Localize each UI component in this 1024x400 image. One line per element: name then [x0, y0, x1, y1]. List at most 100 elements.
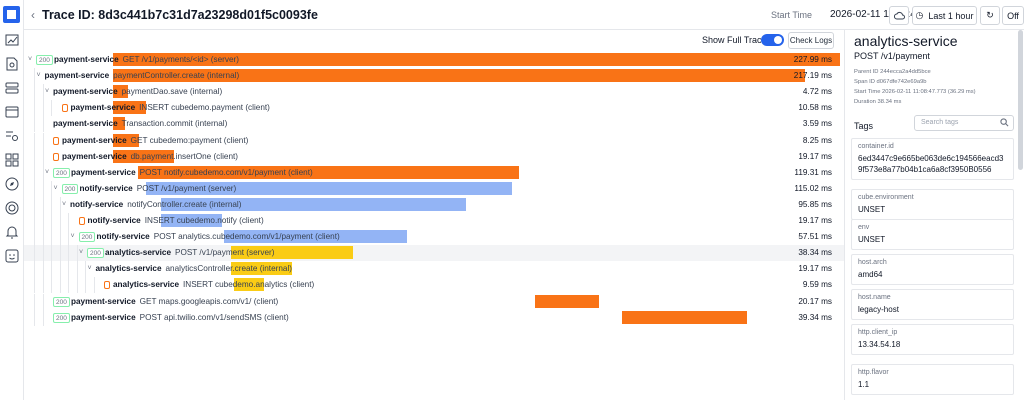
- operation-name: POST notify.cubedemo.com/v1/payment (cli…: [139, 167, 313, 177]
- tag-key: cube.environment: [858, 194, 914, 201]
- span-row[interactable]: ˅ payment-service paymentDao.save (interna…: [24, 84, 844, 101]
- tree-guide-line: [42, 196, 44, 213]
- span-row[interactable]: ˅ 200 payment-service GET /v1/payments/<id>…: [24, 52, 844, 68]
- service-name: payment-service: [71, 167, 136, 177]
- span-label: payment-service Transaction.commit (inter…: [53, 116, 227, 132]
- service-name: notify-service: [70, 199, 124, 209]
- expand-chevron-icon[interactable]: ˅: [86, 261, 94, 277]
- service-name: payment-service: [71, 296, 136, 306]
- tree-guide-line: [42, 148, 44, 165]
- operation-name: INSERT cubedemo.analytics (client): [183, 280, 315, 290]
- span-row[interactable]: ˅ payment-service paymentController.create…: [24, 68, 844, 85]
- span-duration: 20.17 ms: [798, 296, 832, 306]
- tree-guide-line: [93, 277, 95, 294]
- expand-chevron-icon[interactable]: ˅: [26, 52, 34, 68]
- span-row[interactable]: payment-service Transaction.commit (inter…: [24, 116, 844, 133]
- span-row[interactable]: payment-service INSERT cubedemo.payment (…: [24, 100, 844, 117]
- tag-value: UNSET: [858, 205, 886, 214]
- tree-guide-line: [42, 261, 44, 278]
- status-badge: 200: [78, 232, 96, 243]
- grid-icon[interactable]: [4, 152, 20, 168]
- service-name: payment-service: [53, 119, 118, 129]
- list-search-icon[interactable]: [4, 128, 20, 144]
- tree-guide-line: [51, 261, 52, 278]
- span-row[interactable]: ˅ analytics-service analyticsController.cr…: [24, 261, 844, 278]
- back-icon[interactable]: ‹: [26, 8, 40, 22]
- compass-icon[interactable]: [4, 176, 20, 192]
- span-row[interactable]: payment-service GET cubedemo:payment (cli…: [24, 132, 844, 149]
- operation-name: POST /v1/payment (server): [136, 183, 237, 193]
- span-duration: 9.59 ms: [802, 280, 832, 290]
- span-row[interactable]: 200 payment-service GET maps.googleapis.co…: [24, 293, 844, 310]
- tree-guide-line: [34, 196, 35, 213]
- database-icon: [78, 217, 85, 225]
- span-row[interactable]: analytics-service INSERT cubedemo.analyti…: [24, 277, 844, 294]
- status-badge: 200: [61, 183, 79, 194]
- panel-scrollbar[interactable]: [1018, 30, 1023, 170]
- expand-chevron-icon[interactable]: ˅: [69, 229, 77, 245]
- window-icon[interactable]: [4, 104, 20, 120]
- span-row[interactable]: payment-service db.payment.insertOne (cli…: [24, 148, 844, 165]
- span-row[interactable]: ˅ 200 notify-service POST analytics.cubedem…: [24, 229, 844, 246]
- tag-item: http.flavor 1.1: [851, 364, 1014, 395]
- clock-icon: ◷: [915, 10, 924, 20]
- tag-item: host.arch amd64: [851, 254, 1014, 285]
- span-row[interactable]: ˅ 200 analytics-service POST /v1/payment (s…: [24, 245, 844, 262]
- auto-refresh-button[interactable]: Off: [1002, 6, 1024, 25]
- operation-name: notifyController.create (internal): [127, 199, 242, 209]
- refresh-button[interactable]: ↻: [980, 6, 1000, 25]
- operation-name: Transaction.commit (internal): [121, 119, 228, 129]
- operation-name: GET maps.googleapis.com/v1/ (client): [139, 296, 279, 306]
- tag-item: container.id 6ed3447c9e665be063de6c194566…: [851, 138, 1014, 180]
- tag-item: host.name legacy-host: [851, 289, 1014, 320]
- tag-search-placeholder: Search tags: [921, 119, 959, 126]
- span-label: payment-service GET /v1/payments/<id> (se…: [54, 52, 239, 68]
- span-row[interactable]: 200 payment-service POST api.twilio.com/v1…: [24, 309, 844, 326]
- span-label: payment-service GET maps.googleapis.com/v…: [71, 294, 278, 310]
- share-button[interactable]: [889, 6, 909, 25]
- span-duration: 4.72 ms: [802, 87, 832, 97]
- expand-chevron-icon[interactable]: ˅: [43, 165, 51, 181]
- span-duration: 39.34 ms: [798, 312, 832, 322]
- tree-guide-line: [59, 213, 61, 229]
- span-row[interactable]: ˅ notify-service notifyController.create (…: [24, 196, 844, 213]
- meta-start-time: Start Time 2026-02-11 11:08:47.773 (36.2…: [854, 89, 976, 95]
- tree-guide-line: [34, 148, 35, 165]
- bell-icon[interactable]: [4, 224, 20, 240]
- face-icon[interactable]: [4, 248, 20, 264]
- tree-guide-line: [42, 229, 44, 246]
- tag-search-input[interactable]: Search tags: [914, 115, 1014, 131]
- time-range-button[interactable]: ◷ Last 1 hour: [912, 6, 977, 25]
- span-duration: 3.59 ms: [802, 119, 832, 129]
- chart-icon[interactable]: [4, 32, 20, 48]
- tree-guide-line: [42, 213, 44, 229]
- database-icon[interactable]: [4, 80, 20, 96]
- expand-chevron-icon[interactable]: ˅: [35, 68, 43, 84]
- app-logo[interactable]: [3, 6, 20, 23]
- tag-key: host.name: [858, 294, 891, 301]
- search-doc-icon[interactable]: [4, 56, 20, 72]
- span-row[interactable]: ˅ 200 notify-service POST /v1/payment (serv…: [24, 180, 844, 197]
- header: ‹ Trace ID: 8d3c441b7c31d7a23298d01f5c00…: [24, 0, 1024, 30]
- database-icon: [53, 152, 59, 161]
- span-row[interactable]: notify-service INSERT cubedemo.notify (cl…: [24, 213, 844, 229]
- span-bar[interactable]: [534, 294, 599, 308]
- operation-name: POST api.twilio.com/v1/sendSMS (client): [139, 312, 289, 322]
- status-badge: 200: [87, 248, 104, 259]
- cloud-icon: [893, 11, 905, 20]
- tree-guide-line: [51, 100, 52, 117]
- tree-guide-line: [34, 164, 35, 181]
- span-bar[interactable]: [621, 310, 747, 324]
- target-icon[interactable]: [4, 200, 20, 216]
- full-trace-toggle[interactable]: [761, 34, 784, 46]
- expand-chevron-icon[interactable]: ˅: [60, 197, 68, 213]
- expand-chevron-icon[interactable]: ˅: [43, 84, 51, 100]
- meta-duration: Duration 38.34 ms: [854, 99, 902, 105]
- span-row[interactable]: ˅ 200 payment-service POST notify.cubedemo.…: [24, 164, 844, 181]
- expand-chevron-icon[interactable]: ˅: [52, 181, 60, 197]
- database-icon: [53, 136, 59, 145]
- check-logs-button[interactable]: Check Logs: [788, 32, 834, 49]
- start-time-label: Start Time: [771, 9, 813, 20]
- expand-chevron-icon[interactable]: ˅: [77, 245, 85, 261]
- span-duration: 19.17 ms: [798, 264, 832, 274]
